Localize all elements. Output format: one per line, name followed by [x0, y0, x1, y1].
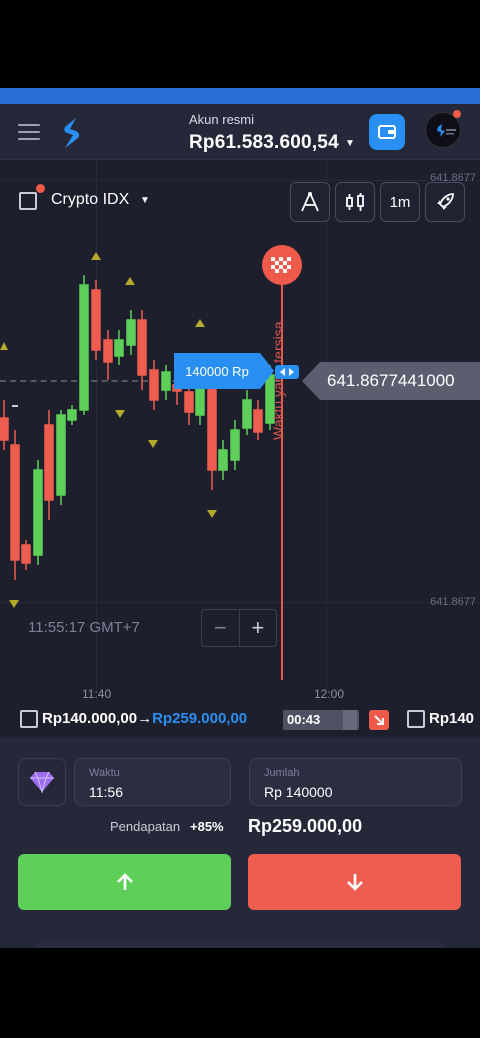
amount-field-label: Jumlah — [264, 767, 300, 779]
deal-timer-value: 00:43 — [287, 712, 321, 727]
diamond-icon — [30, 771, 54, 793]
payout-amount: Rp259.000,00 — [248, 816, 363, 836]
account-label: Akun resmi — [189, 112, 255, 127]
top-stripe — [0, 88, 480, 104]
rocket-icon — [437, 193, 454, 210]
zoom-in-button[interactable]: + — [238, 610, 277, 646]
deal-timer-progress — [343, 710, 357, 730]
trading-app: Akun resmi Rp61.583.600,54 ▼ 641.8677 64… — [0, 88, 480, 948]
deal-amounts[interactable]: Rp140.000,00→Rp259.000,00 — [42, 710, 247, 727]
current-time: 11:55:17 GMT+7 — [28, 619, 140, 636]
trade-panel: Waktu 11:56 Jumlah Rp 140000 Pendapatan … — [0, 738, 480, 948]
open-deals-bar: Rp140.000,00→Rp259.000,00 00:43 Rp140 — [0, 702, 480, 736]
payout-percent: +85% — [190, 819, 224, 834]
deal-direction-badge — [369, 710, 389, 730]
chart-area[interactable]: 641.8677 641.8677 Crypto IDX ▼ 1m Waktu … — [0, 160, 480, 710]
indicators-button[interactable] — [335, 182, 375, 222]
amount-field-value: Rp 140000 — [264, 784, 333, 800]
logo-icon[interactable] — [60, 116, 82, 150]
wallet-button[interactable] — [369, 114, 405, 150]
deal-checkbox[interactable] — [407, 710, 425, 728]
deal-timer: 00:43 — [283, 710, 359, 730]
indicators-icon — [346, 193, 364, 211]
deal-arrow: → — [137, 710, 153, 727]
chevron-down-icon[interactable]: ▼ — [345, 138, 355, 149]
grid-line — [326, 160, 327, 690]
time-field-label: Waktu — [89, 767, 120, 779]
x-axis-tick: 11:40 — [82, 687, 112, 701]
entry-marker-icon — [275, 365, 299, 379]
investment-price-tag: 140000 Rp — [174, 353, 274, 389]
finish-flag-icon — [271, 257, 291, 273]
rocket-button[interactable] — [425, 182, 465, 222]
deal-to-amount: Rp259.000,00 — [152, 710, 248, 727]
sell-down-button[interactable] — [248, 854, 461, 910]
account-balance[interactable]: Rp61.583.600,54 — [189, 132, 339, 154]
zoom-controls: − + — [201, 609, 277, 647]
payout-label: Pendapatan — [110, 819, 181, 834]
deal-checkbox[interactable] — [20, 710, 38, 728]
wallet-icon — [378, 125, 396, 139]
arrow-down-icon — [346, 874, 363, 891]
arrow-down-right-icon — [374, 715, 384, 725]
notification-dot — [453, 110, 461, 118]
price-scale-bottom: 641.8677 — [430, 596, 476, 608]
boost-button[interactable] — [18, 758, 66, 806]
timeframe-button[interactable]: 1m — [380, 182, 420, 222]
time-field-value: 11:56 — [89, 784, 123, 800]
next-deal-amount[interactable]: Rp140 — [429, 710, 474, 727]
zoom-out-button[interactable]: − — [202, 610, 239, 646]
finish-flag-badge — [262, 245, 302, 285]
header: Akun resmi Rp61.583.600,54 ▼ — [0, 104, 480, 160]
time-field[interactable]: Waktu 11:56 — [74, 758, 231, 806]
menu-icon[interactable] — [18, 124, 40, 140]
buy-up-button[interactable] — [18, 854, 231, 910]
drawing-tools-icon — [301, 192, 319, 212]
bottom-sheet-handle[interactable] — [36, 940, 444, 948]
amount-field[interactable]: Jumlah Rp 140000 — [249, 758, 462, 806]
avatar-icon — [437, 124, 456, 137]
current-price-label: 641.8677441000 — [302, 362, 480, 400]
arrow-up-icon — [116, 873, 133, 890]
deal-from-amount: Rp140.000,00 — [42, 710, 138, 727]
x-axis-tick: 12:00 — [314, 687, 345, 701]
candlestick-chart — [0, 252, 275, 608]
